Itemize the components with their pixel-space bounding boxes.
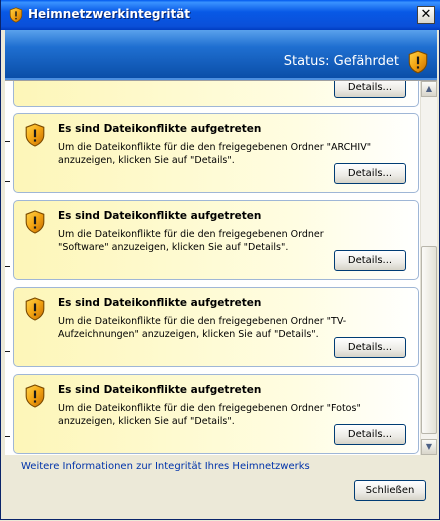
- title-bar[interactable]: Heimnetzwerkintegrität ✕: [1, 0, 440, 30]
- warning-shield-icon: [25, 123, 45, 147]
- divider: [5, 181, 10, 182]
- warning-shield-icon: [9, 7, 23, 23]
- details-button[interactable]: Details...: [334, 424, 406, 445]
- warning-shield-icon: [25, 297, 45, 321]
- details-button[interactable]: Details...: [334, 81, 406, 98]
- divider: [5, 351, 10, 352]
- details-button[interactable]: Details...: [334, 337, 406, 358]
- conflict-card: Es sind Dateikonflikte aufgetreten Um di…: [13, 287, 419, 367]
- scroll-down-button[interactable]: ▼: [421, 439, 437, 455]
- status-text: Status: Gefährdet: [283, 54, 399, 69]
- divider: [5, 436, 10, 437]
- divider: [5, 141, 10, 142]
- warning-shield-icon: [25, 210, 45, 234]
- conflict-description: Um die Dateikonflikte für die den freige…: [58, 229, 324, 253]
- conflict-description: Um die Dateikonflikte für die den freige…: [58, 316, 347, 340]
- conflict-card: Es sind Dateikonflikte aufgetreten Um di…: [13, 113, 419, 193]
- window-title: Heimnetzwerkintegrität: [28, 7, 191, 21]
- scroll-thumb[interactable]: [421, 246, 437, 434]
- home-network-integrity-window: Heimnetzwerkintegrität ✕ Status: Gefährd…: [0, 0, 440, 520]
- details-button[interactable]: Details...: [334, 250, 406, 271]
- conflict-title: Es sind Dateikonflikte aufgetreten: [58, 384, 262, 396]
- conflict-list[interactable]: Details... Es sind Dateikonflikte aufget…: [5, 80, 437, 455]
- conflict-card: Es sind Dateikonflikte aufgetreten Um di…: [13, 200, 419, 280]
- title-close-button[interactable]: ✕: [417, 6, 435, 24]
- details-button[interactable]: Details...: [334, 163, 406, 184]
- warning-shield-icon: [408, 50, 428, 74]
- conflict-title: Es sind Dateikonflikte aufgetreten: [58, 210, 262, 222]
- conflict-card: Es sind Dateikonflikte aufgetreten Um di…: [13, 374, 419, 454]
- more-info-link[interactable]: Weitere Informationen zur Integrität Ihr…: [21, 461, 310, 472]
- close-button[interactable]: Schließen: [354, 480, 426, 501]
- divider: [5, 266, 10, 267]
- conflict-title: Es sind Dateikonflikte aufgetreten: [58, 123, 262, 135]
- conflict-title: Es sind Dateikonflikte aufgetreten: [58, 297, 262, 309]
- conflict-description: Um die Dateikonflikte für die den freige…: [58, 142, 372, 166]
- warning-shield-icon: [25, 384, 45, 408]
- conflict-card-partial: Details...: [13, 81, 419, 107]
- scroll-up-button[interactable]: ▲: [421, 81, 437, 97]
- vertical-scrollbar[interactable]: ▲ ▼: [420, 81, 437, 455]
- status-header: Status: Gefährdet: [5, 30, 437, 80]
- conflict-description: Um die Dateikonflikte für die den freige…: [58, 403, 361, 427]
